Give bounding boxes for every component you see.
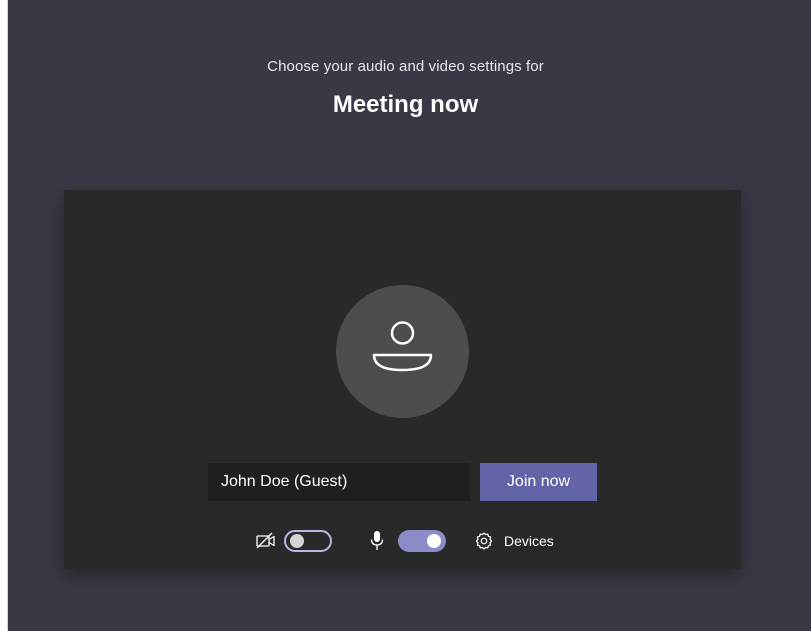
prejoin-subtitle: Choose your audio and video settings for: [267, 58, 544, 75]
devices-button[interactable]: Devices: [474, 526, 564, 556]
microphone-icon[interactable]: [370, 530, 384, 552]
camera-off-icon[interactable]: [255, 531, 277, 551]
video-preview-panel: Join now Devices: [64, 190, 741, 569]
microphone-toggle-knob: [427, 534, 441, 548]
person-icon: [372, 321, 433, 372]
devices-label: Devices: [504, 533, 554, 549]
meeting-title: Meeting now: [332, 91, 479, 118]
camera-toggle-knob: [290, 534, 304, 548]
camera-toggle[interactable]: [284, 530, 332, 552]
avatar: [336, 285, 469, 418]
media-controls: Devices: [64, 526, 741, 556]
microphone-toggle[interactable]: [398, 530, 446, 552]
gear-icon: [475, 532, 493, 550]
join-now-button[interactable]: Join now: [480, 463, 597, 501]
display-name-field[interactable]: [208, 463, 470, 501]
